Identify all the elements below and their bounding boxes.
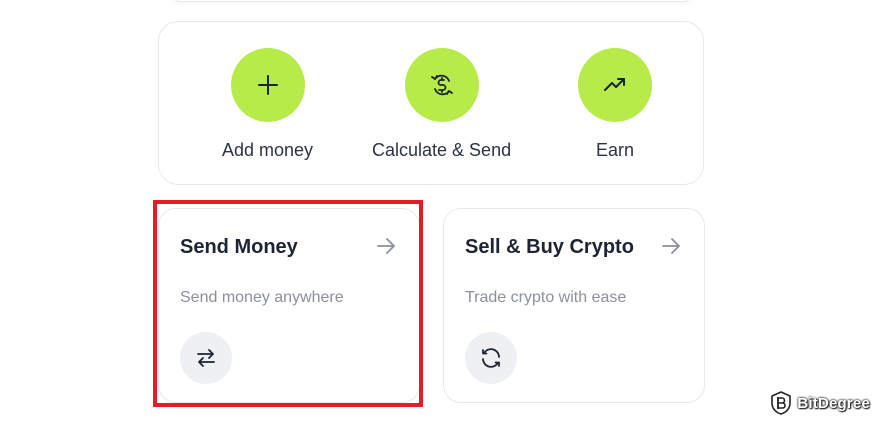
sell-buy-crypto-icon-badge <box>465 332 517 384</box>
bitdegree-logo-icon <box>771 391 792 415</box>
earn-button[interactable] <box>578 48 652 122</box>
arrow-right-icon[interactable] <box>375 235 397 257</box>
plus-icon <box>257 75 278 95</box>
swap-arrows-icon <box>197 349 215 367</box>
earn-label: Earn <box>595 140 635 160</box>
refresh-icon <box>482 348 500 368</box>
previous-card-edge <box>170 0 694 2</box>
sell-buy-crypto-card[interactable]: Sell & Buy Crypto Trade crypto with ease <box>443 208 705 403</box>
quick-actions-card: Add money Calculate & Send Earn <box>158 21 704 185</box>
watermark-text: BitDegree <box>797 394 870 412</box>
arrow-right-icon[interactable] <box>660 235 682 257</box>
calculate-send-action[interactable]: Calculate & Send <box>372 48 511 161</box>
app-screen: Add money Calculate & Send Earn Send Mon… <box>0 0 880 423</box>
trend-up-icon <box>604 78 625 91</box>
calculate-send-button[interactable] <box>404 48 479 122</box>
add-money-label: Add money <box>222 140 314 160</box>
send-money-card[interactable]: Send Money Send money anywhere <box>158 208 420 403</box>
send-money-subtitle: Send money anywhere <box>180 289 344 306</box>
earn-action[interactable]: Earn <box>578 48 652 161</box>
sell-buy-crypto-title: Sell & Buy Crypto <box>465 236 634 258</box>
send-money-title: Send Money <box>180 236 298 258</box>
calculate-send-label: Calculate & Send <box>372 140 512 160</box>
send-money-icon-badge <box>180 332 232 384</box>
bitdegree-watermark: BitDegree <box>770 391 870 415</box>
add-money-button[interactable] <box>230 48 305 122</box>
sell-buy-crypto-subtitle: Trade crypto with ease <box>465 289 627 306</box>
add-money-action[interactable]: Add money <box>222 48 313 161</box>
calculate-send-icon <box>430 74 453 96</box>
